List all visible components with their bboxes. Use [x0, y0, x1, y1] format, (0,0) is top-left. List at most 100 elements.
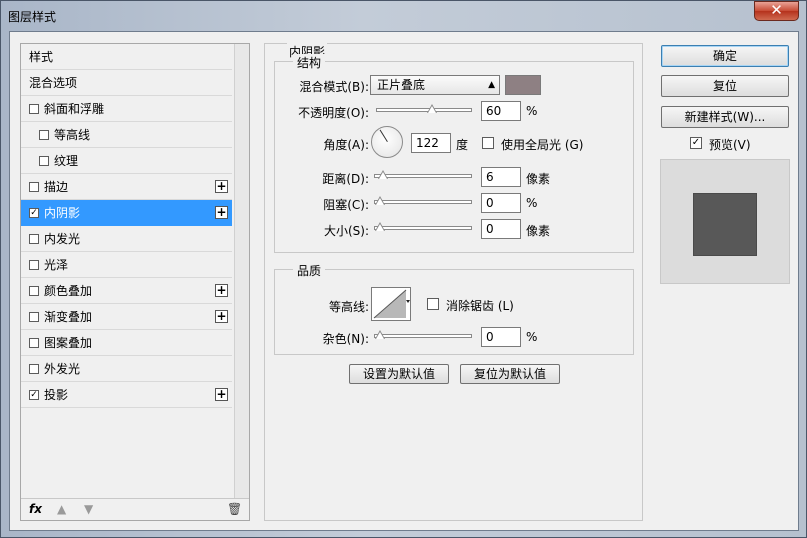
style-item[interactable]: 纹理: [21, 148, 232, 174]
style-item[interactable]: 光泽: [21, 252, 232, 278]
select-arrows-icon: ▲: [488, 80, 495, 90]
quality-legend: 品质: [293, 262, 326, 279]
style-item[interactable]: 等高线: [21, 122, 232, 148]
move-down-icon[interactable]: ▼: [84, 502, 93, 516]
antialias-label[interactable]: 消除锯齿 (L): [446, 297, 514, 314]
style-item-checkbox[interactable]: [39, 130, 49, 140]
dialog-client: 样式 混合选项 斜面和浮雕 等高线 纹理 描边 + ✓ 内阴影 + 内发光 光泽 颜色叠加 + 渐变叠加 + 图…: [9, 31, 799, 531]
style-item[interactable]: 描边 +: [21, 174, 232, 200]
preview-checkbox[interactable]: ✓: [690, 137, 702, 149]
size-label: 大小(S):: [323, 224, 369, 238]
move-up-icon[interactable]: ▲: [57, 502, 66, 516]
inner-shadow-panel: 内阴影 结构 混合模式(B): 正片叠底 ▲ 不透明度(O): 60 % 角度(…: [264, 43, 643, 521]
reset-button[interactable]: 复位: [661, 75, 789, 97]
opacity-unit: %: [526, 104, 538, 118]
noise-slider[interactable]: [374, 330, 472, 339]
contour-label: 等高线:: [328, 300, 369, 314]
reset-default-button[interactable]: 复位为默认值: [460, 364, 560, 384]
style-item[interactable]: 斜面和浮雕: [21, 96, 232, 122]
style-list-panel: 样式 混合选项 斜面和浮雕 等高线 纹理 描边 + ✓ 内阴影 + 内发光 光泽 颜色叠加 + 渐变叠加 + 图…: [20, 43, 250, 521]
angle-unit: 度: [456, 138, 469, 152]
angle-indicator: [379, 129, 388, 142]
style-list-scrollbar[interactable]: [234, 44, 249, 498]
close-button[interactable]: ✕: [754, 1, 799, 21]
global-light-label[interactable]: 使用全局光 (G): [501, 136, 583, 153]
opacity-slider[interactable]: [376, 104, 472, 113]
size-slider[interactable]: [374, 222, 472, 231]
add-effect-icon[interactable]: +: [215, 180, 228, 193]
style-item[interactable]: 图案叠加: [21, 330, 232, 356]
style-item[interactable]: 内发光: [21, 226, 232, 252]
antialias-checkbox[interactable]: [427, 298, 439, 310]
structure-legend: 结构: [293, 54, 326, 71]
set-default-button[interactable]: 设置为默认值: [349, 364, 449, 384]
style-item-label: 样式: [29, 50, 54, 64]
angle-label: 角度(A):: [323, 138, 369, 152]
style-item[interactable]: 样式: [21, 44, 232, 70]
choke-unit: %: [526, 196, 538, 210]
new-style-button[interactable]: 新建样式(W)...: [661, 106, 789, 128]
style-item-label: 等高线: [54, 128, 91, 142]
style-item[interactable]: ✓ 内阴影 +: [21, 200, 232, 226]
style-item[interactable]: 外发光: [21, 356, 232, 382]
ok-button[interactable]: 确定: [661, 45, 789, 67]
style-item-checkbox[interactable]: [39, 156, 49, 166]
size-input[interactable]: 0: [481, 219, 521, 239]
add-effect-icon[interactable]: +: [215, 310, 228, 323]
style-item[interactable]: 颜色叠加 +: [21, 278, 232, 304]
style-item-checkbox[interactable]: ✓: [29, 390, 39, 400]
noise-slider-thumb[interactable]: [375, 330, 385, 339]
style-item-checkbox[interactable]: [29, 104, 39, 114]
add-effect-icon[interactable]: +: [215, 206, 228, 219]
opacity-slider-thumb[interactable]: [427, 104, 438, 113]
distance-input[interactable]: 6: [481, 167, 521, 187]
style-item-checkbox[interactable]: [29, 286, 39, 296]
add-effect-icon[interactable]: +: [215, 284, 228, 297]
style-item-label: 斜面和浮雕: [44, 102, 105, 116]
global-light-checkbox[interactable]: [482, 137, 494, 149]
style-item-checkbox[interactable]: [29, 234, 39, 244]
size-unit: 像素: [526, 224, 551, 238]
style-item[interactable]: 混合选项: [21, 70, 232, 96]
contour-picker[interactable]: [371, 287, 411, 321]
choke-label: 阻塞(C):: [323, 198, 369, 212]
preview-label[interactable]: 预览(V): [709, 136, 751, 153]
style-list-toolbar: fx ▲ ▼ 🗑: [21, 498, 249, 520]
style-item-checkbox[interactable]: [29, 182, 39, 192]
trash-icon[interactable]: 🗑: [227, 502, 242, 516]
style-item-label: 混合选项: [29, 76, 78, 90]
style-item-label: 描边: [44, 180, 69, 194]
fx-menu-button[interactable]: fx: [29, 502, 42, 516]
quality-group: 品质 等高线: 消除锯齿 (L) 杂色(N): 0 %: [274, 262, 634, 355]
opacity-label: 不透明度(O):: [298, 106, 369, 120]
style-item-label: 外发光: [44, 362, 81, 376]
blend-mode-value: 正片叠底: [377, 78, 426, 92]
blend-mode-select[interactable]: 正片叠底 ▲: [370, 75, 500, 95]
size-slider-thumb[interactable]: [375, 222, 385, 231]
noise-label: 杂色(N):: [322, 332, 369, 346]
style-item-checkbox[interactable]: [29, 364, 39, 374]
noise-input[interactable]: 0: [481, 327, 521, 347]
distance-slider[interactable]: [374, 170, 472, 179]
shadow-color-swatch[interactable]: [505, 75, 541, 95]
angle-dial[interactable]: [371, 126, 403, 158]
style-item[interactable]: 渐变叠加 +: [21, 304, 232, 330]
style-item-label: 光泽: [44, 258, 69, 272]
style-item-checkbox[interactable]: [29, 312, 39, 322]
style-item-label: 内发光: [44, 232, 81, 246]
style-item-checkbox[interactable]: [29, 260, 39, 270]
choke-input[interactable]: 0: [481, 193, 521, 213]
choke-slider-thumb[interactable]: [375, 196, 385, 205]
choke-slider[interactable]: [374, 196, 472, 205]
dialog-window: 图层样式 ✕ 样式 混合选项 斜面和浮雕 等高线 纹理 描边 + ✓ 内阴影 + 内发光 光泽 颜色叠加…: [0, 0, 807, 538]
angle-input[interactable]: 122: [411, 133, 451, 153]
opacity-input[interactable]: 60: [481, 101, 521, 121]
style-item-checkbox[interactable]: ✓: [29, 208, 39, 218]
style-item[interactable]: ✓ 投影 +: [21, 382, 232, 408]
style-item-label: 颜色叠加: [44, 284, 93, 298]
style-item-label: 投影: [44, 388, 69, 402]
title-bar[interactable]: 图层样式 ✕: [1, 1, 806, 31]
add-effect-icon[interactable]: +: [215, 388, 228, 401]
distance-slider-thumb[interactable]: [377, 170, 388, 179]
style-item-checkbox[interactable]: [29, 338, 39, 348]
